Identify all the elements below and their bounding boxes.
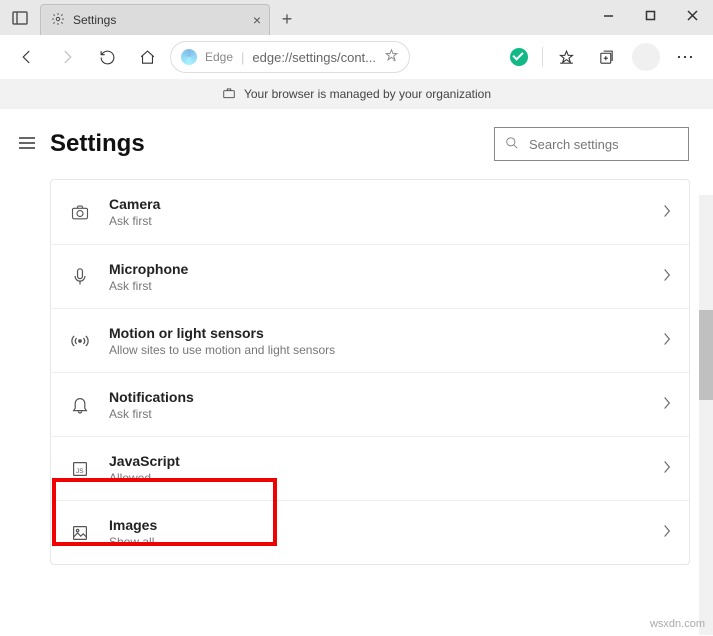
watermark: wsxdn.com: [650, 618, 705, 630]
row-title: Images: [109, 517, 645, 533]
more-menu-button[interactable]: ⋯: [669, 40, 703, 74]
settings-row-javascript[interactable]: JS JavaScript Allowed: [51, 436, 689, 500]
search-settings-input[interactable]: Search settings: [494, 127, 689, 161]
settings-header: Settings Search settings: [0, 109, 713, 179]
camera-icon: [69, 204, 91, 220]
window-maximize-button[interactable]: [629, 0, 671, 30]
forward-button: [50, 40, 84, 74]
tab-actions-icon[interactable]: [0, 0, 40, 35]
sensors-icon: [69, 334, 91, 348]
row-subtitle: Ask first: [109, 214, 645, 228]
row-title: Microphone: [109, 261, 645, 277]
browser-toolbar: Edge | edge://settings/cont... + ⋯: [0, 35, 713, 79]
favorite-star-icon[interactable]: +: [384, 48, 399, 66]
row-title: Camera: [109, 196, 645, 212]
home-button[interactable]: [130, 40, 164, 74]
chevron-right-icon: [663, 460, 671, 477]
back-button[interactable]: [10, 40, 44, 74]
window-close-button[interactable]: [671, 0, 713, 30]
chevron-right-icon: [663, 204, 671, 221]
settings-list: Camera Ask first Microphone Ask first Motion…: [50, 179, 690, 565]
settings-row-images[interactable]: Images Show all: [51, 500, 689, 564]
row-title: JavaScript: [109, 453, 645, 469]
briefcase-icon: [222, 86, 236, 103]
address-bar[interactable]: Edge | edge://settings/cont... +: [170, 41, 410, 73]
row-subtitle: Show all: [109, 535, 645, 549]
row-subtitle: Allow sites to use motion and light sens…: [109, 343, 645, 357]
chevron-right-icon: [663, 332, 671, 349]
svg-text:JS: JS: [76, 468, 83, 475]
settings-menu-button[interactable]: [18, 134, 36, 155]
settings-row-notifications[interactable]: Notifications Ask first: [51, 372, 689, 436]
row-title: Notifications: [109, 389, 645, 405]
chevron-right-icon: [663, 396, 671, 413]
js-icon: JS: [69, 461, 91, 477]
svg-text:+: +: [393, 58, 396, 63]
page-title: Settings: [50, 130, 480, 158]
image-icon: [69, 525, 91, 541]
favorites-button[interactable]: [549, 40, 583, 74]
scrollbar-thumb[interactable]: [699, 310, 713, 400]
row-subtitle: Ask first: [109, 279, 645, 293]
row-subtitle: Allowed: [109, 471, 645, 485]
managed-org-banner: Your browser is managed by your organiza…: [0, 79, 713, 109]
settings-row-camera[interactable]: Camera Ask first: [51, 180, 689, 244]
titlebar: Settings × +: [0, 0, 713, 35]
collections-button[interactable]: [589, 40, 623, 74]
row-subtitle: Ask first: [109, 407, 645, 421]
row-title: Motion or light sensors: [109, 325, 645, 341]
search-placeholder: Search settings: [529, 137, 619, 152]
chevron-right-icon: [663, 524, 671, 541]
profile-avatar[interactable]: [629, 40, 663, 74]
search-icon: [505, 136, 519, 153]
chevron-right-icon: [663, 268, 671, 285]
extension-grammarly-icon[interactable]: [502, 40, 536, 74]
tab-title: Settings: [73, 13, 245, 27]
microphone-icon: [69, 268, 91, 286]
bell-icon: [69, 396, 91, 414]
edge-label: Edge: [205, 50, 233, 64]
toolbar-divider: [542, 47, 543, 67]
browser-tab[interactable]: Settings ×: [40, 4, 270, 35]
tab-close-icon[interactable]: ×: [253, 12, 261, 28]
settings-row-motion-or-light-sensors[interactable]: Motion or light sensors Allow sites to us…: [51, 308, 689, 372]
url-text: edge://settings/cont...: [252, 50, 376, 65]
managed-org-text: Your browser is managed by your organiza…: [244, 87, 491, 101]
edge-logo-icon: [181, 49, 197, 65]
window-minimize-button[interactable]: [587, 0, 629, 30]
scrollbar-track[interactable]: [699, 195, 713, 635]
gear-icon: [51, 12, 65, 29]
new-tab-button[interactable]: +: [270, 4, 304, 35]
refresh-button[interactable]: [90, 40, 124, 74]
settings-row-microphone[interactable]: Microphone Ask first: [51, 244, 689, 308]
